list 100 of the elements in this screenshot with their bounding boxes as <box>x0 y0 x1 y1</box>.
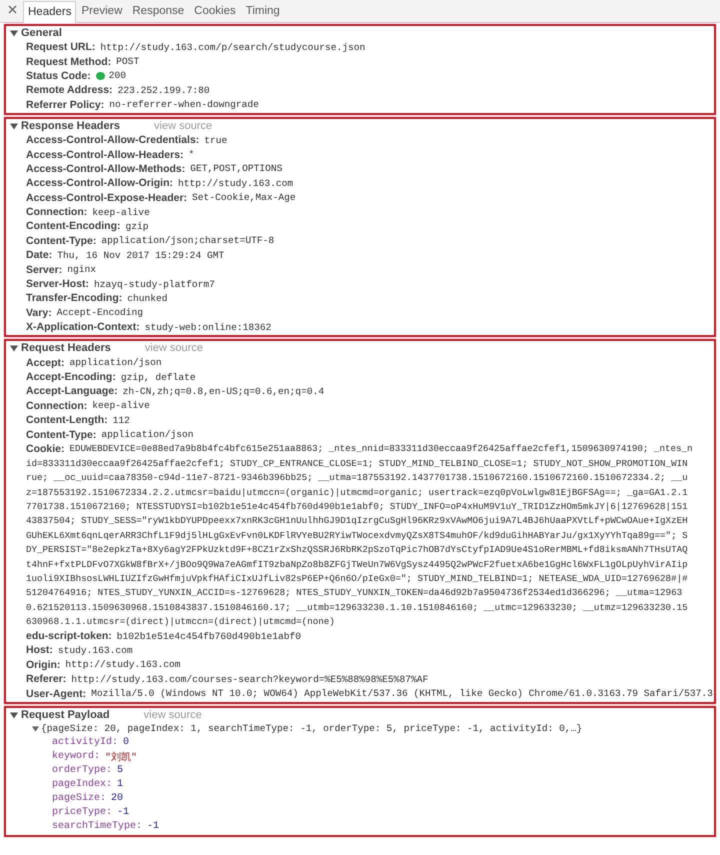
header-name: X-Application-Context: <box>26 321 140 334</box>
expand-triangle-icon[interactable] <box>10 122 18 130</box>
header-name: User-Agent: <box>26 688 86 700</box>
header-value-line: 43837504; STUDY_SESS="ryW1kbDYUPDpeexx7xnRK3cGH1nUulhhGJ9D1qIzrgCuSgHl96KRz9xVAwMO6jui9A7L4BJ6hUaaPXVtLf+pWCwOAue+IgXzEH <box>26 515 688 526</box>
property-value: 20 <box>111 793 124 804</box>
header-name: Accept: <box>26 356 65 369</box>
header-value: hzayq-study-platform7 <box>94 278 215 290</box>
header-value: zh-CN,zh;q=0.8,en-US;q=0.6,en;q=0.4 <box>122 386 324 397</box>
header-value: application/json <box>70 357 162 368</box>
header-name: Server-Host: <box>26 278 90 290</box>
header-name: Referrer Policy: <box>26 98 104 111</box>
section-title[interactable]: Request Payload <box>21 708 110 721</box>
property-value: -1 <box>117 807 130 818</box>
property-name: keyword: <box>52 751 100 762</box>
expand-triangle-icon[interactable] <box>10 344 18 352</box>
tab[interactable]: Response <box>127 0 190 22</box>
property-value: "刘凯" <box>105 750 138 764</box>
header-value: no-referrer-when-downgrade <box>109 99 259 110</box>
header-value: gzip, deflate <box>120 372 196 382</box>
header-name: Content-Length: <box>26 414 108 426</box>
header-name: Origin: <box>26 658 60 671</box>
property-name: pageIndex: <box>52 779 112 790</box>
header-name: Accept-Encoding: <box>26 371 116 383</box>
header-name: Vary: <box>26 306 52 319</box>
header-name: Connection: <box>26 206 88 218</box>
header-value: chunked <box>127 292 168 304</box>
header-value: 223.252.199.7:80 <box>118 84 210 96</box>
header-name: Request URL: <box>26 41 96 54</box>
header-value-line: GUhEKL6Xmt6qnLqerARR3ChfL1F9dj5lHLgGxEvFvn0LKDFlRVYeBU2RYiwTWocexdvmyQZsX8TS4muhOF/kd9duGihHABYarJu/gx1XyYYhTqa89g=="; S <box>26 530 688 541</box>
header-name: Remote Address: <box>26 84 113 96</box>
header-value: http://study.163.com/p/search/studycourse.json <box>100 42 366 53</box>
header-name: Transfer-Encoding: <box>26 292 122 304</box>
header-name: Connection: <box>26 400 88 412</box>
header-name: Status Code: <box>26 70 91 82</box>
header-name: Access-Control-Expose-Header: <box>26 192 188 204</box>
expand-triangle-icon[interactable] <box>10 710 18 719</box>
header-value: study-web:online:18362 <box>144 322 272 333</box>
header-name: Server: <box>26 264 62 276</box>
header-value: http://study.163.com/courses-search?keyword=%E5%88%98%E5%87%AF <box>71 674 428 685</box>
header-value: 112 <box>112 414 130 426</box>
close-icon[interactable] <box>8 5 17 14</box>
header-value-line: DY_PERSIST="8e2epkzTa+8Xy6agY2FPkUzktd9F+8CZ1rZxShzQSSRJ6RbRK2pSzoTqPic7hOB7dYsCtyfpIAD9Ue4S1oRerMBML+fd8iksmANh7THsUTAQ <box>26 544 688 556</box>
header-name: Request Method: <box>26 56 112 68</box>
header-value: 200 <box>108 70 126 82</box>
header-value-line: rue; __oc_uuid=caa78350-c94d-11e7-8721-9346b396bb25; __utma=187553192.1437701738.1510672160.1510672160.1510672334.2; __u <box>26 472 688 484</box>
header-name: Accept-Language: <box>26 385 118 398</box>
header-value-line: 7701738.1510672160; NTESSTUDYSI=b102b1e51e4c454fb760d490b1e1abf0; STUDY_INFO=oP4xHuM9V1uY_TRID1ZzHOm5mkJY|6|12769628|151 <box>26 501 688 512</box>
header-value: Set-Cookie,Max-Age <box>192 192 296 204</box>
header-value-line: 0.621520113.1509630968.1510843837.1510846160.17; __utmb=129633230.1.10.1510846160; __utmc=129633230; __utmz=129633230.15 <box>26 602 688 613</box>
section-title[interactable]: Request Headers <box>21 342 111 354</box>
header-name: Access-Control-Allow-Methods: <box>26 162 186 175</box>
tab[interactable]: Timing <box>240 0 285 22</box>
tab[interactable]: Headers <box>23 1 76 23</box>
header-value: GET,POST,OPTIONS <box>190 163 282 174</box>
header-name: edu-script-token: <box>26 630 112 642</box>
header-value: application/json <box>101 429 194 440</box>
header-value-line: t4hnF+fxtPLDFvO7XGkW8fBrX+/jBOo9Q9Wa7eAGmfIT9zbaNpZo8b8ZFGjTWeUn7W6VgSysz4495Q2wPWcF2fuetxA6be1GgHcl6WxFL1gOLpUyhVirAIip <box>26 558 688 570</box>
property-name: priceType: <box>52 807 112 818</box>
property-name: pageSize: <box>52 793 106 804</box>
property-name: orderType: <box>52 765 112 776</box>
header-name: Cookie: <box>26 442 65 455</box>
header-name: Access-Control-Allow-Credentials: <box>26 134 200 146</box>
header-value-line: z=187553192.1510672334.2.2.utmcsr=baidu|utmccn=(organic)|utmcmd=organic; usertrack=ezq0pVoLwlgw81EjBGFSAg==; _ga=GA1.2.1 <box>26 486 688 498</box>
property-value: 5 <box>117 765 124 776</box>
header-value: Thu, 16 Nov 2017 15:29:24 GMT <box>57 250 224 261</box>
header-value: http://study.163.com <box>65 659 181 670</box>
header-value: nginx <box>67 264 96 276</box>
tab[interactable]: Preview <box>76 0 128 22</box>
header-name: Date: <box>26 249 52 262</box>
header-value: http://study.163.com <box>178 178 294 189</box>
expand-triangle-icon[interactable] <box>32 725 39 732</box>
section-title[interactable]: General <box>21 27 62 39</box>
header-value-line: 1uoli9XIBhsosLWHLIUZIfzGwHfmjuVpkfHAfiCIxUJfLiv82sP6EP+Q6n6O/pIeGx0="; STUDY_MIND_TELBIND=1; NETEASE_WDA_UID=12769628#|# <box>26 572 688 584</box>
section-title[interactable]: Response Headers <box>21 120 120 132</box>
header-value: POST <box>116 56 140 68</box>
header-value: * <box>188 149 194 160</box>
header-value: keep-alive <box>92 206 150 218</box>
header-value: study.163.com <box>58 644 133 656</box>
header-value-line: 630968.1.1.utmcsr=(direct)|utmccn=(direct)|utmcmd=(none) <box>26 616 335 628</box>
header-value: gzip <box>125 220 149 232</box>
header-name: Host: <box>26 644 53 656</box>
tab[interactable]: Cookies <box>189 0 241 22</box>
property-name: activityId: <box>52 737 118 748</box>
header-value: application/json;charset=UTF-8 <box>101 235 274 246</box>
header-value-line: 51204764916; NTES_STUDY_YUNXIN_ACCID=s-12769628; NTES_STUDY_YUNXIN_TOKEN=da46d92b7a9504736f2534ed1d366296; __utma=12963 <box>26 587 682 598</box>
header-value: true <box>204 134 228 146</box>
header-name: Content-Type: <box>26 428 96 441</box>
payload-summary[interactable]: {pageSize: 20, pageIndex: 1, searchTimeType: -1, orderType: 5, priceType: -1, activityId: 0,…} <box>41 723 582 734</box>
expand-triangle-icon[interactable] <box>10 29 18 37</box>
property-name: searchTimeType: <box>52 821 142 832</box>
property-value: 1 <box>117 779 124 790</box>
header-name: Referer: <box>26 673 66 686</box>
header-name: Content-Encoding: <box>26 220 120 232</box>
header-value: Mozilla/5.0 (Windows NT 10.0; WOW64) AppleWebKit/537.36 (KHTML, like Gecko) Chrome/61.0.3163.79 Safari/537.3 <box>91 688 713 700</box>
header-value-line: id=833311d30eccaa9f26425affae2cfef1; STUDY_CP_ENTRANCE_CLOSE=1; STUDY_MIND_TELBIND_CLOSE=1; STUDY_NOT_SHOW_PROMOTION_WIN <box>26 458 688 469</box>
property-value: -1 <box>147 821 160 832</box>
header-value: b102b1e51e4c454fb760d490b1e1abf0 <box>116 630 301 642</box>
header-name: Access-Control-Allow-Origin: <box>26 177 174 190</box>
header-value: keep-alive <box>92 400 150 412</box>
header-name: Access-Control-Allow-Headers: <box>26 148 184 161</box>
